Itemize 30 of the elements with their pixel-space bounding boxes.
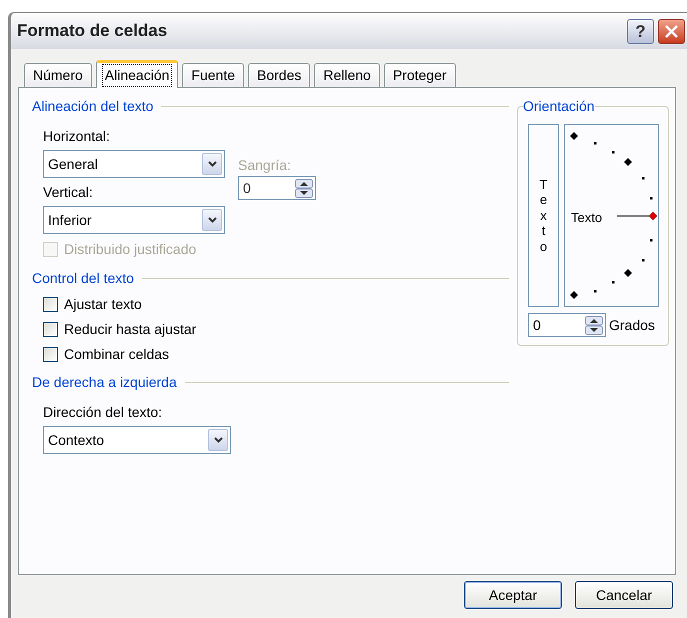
dialog-button[interactable]: Aceptar <box>464 581 562 609</box>
field-label: Sangría: <box>238 156 292 175</box>
tab[interactable]: Bordes <box>248 63 310 87</box>
window-title: Formato de celdas <box>17 20 168 42</box>
field-label: Horizontal: <box>43 127 111 146</box>
checkbox-label: Combinar celdas <box>64 345 170 364</box>
field-label: Grados <box>609 316 655 334</box>
orientation-dial[interactable]: Texto <box>564 124 659 307</box>
vertical-text-button[interactable]: Texto <box>528 124 559 307</box>
checkbox-label: Reducir hasta ajustar <box>64 320 196 339</box>
checkbox-label: Ajustar texto <box>64 295 142 314</box>
degrees-spinner[interactable]: 0 <box>528 313 606 337</box>
vertical-select[interactable]: Inferior <box>43 206 225 234</box>
horizontal-select[interactable]: General <box>43 150 225 178</box>
group-title: Control del texto <box>32 269 134 288</box>
help-button[interactable]: ? <box>627 18 654 44</box>
field-label: Vertical: <box>43 183 94 202</box>
tab[interactable]: Relleno <box>314 63 380 87</box>
field-label: Dirección del texto: <box>43 403 164 422</box>
dialog-button[interactable]: Cancelar <box>575 581 673 609</box>
tab[interactable]: Número <box>24 63 92 87</box>
group-title: De derecha a izquierda <box>32 373 177 392</box>
checkbox-label: Distribuido justificado <box>64 240 196 259</box>
dial-text: Texto <box>571 209 602 227</box>
vertical-text: Texto <box>539 176 548 254</box>
direction-select[interactable]: Contexto <box>43 426 231 454</box>
group-title: Alineación del texto <box>32 97 154 116</box>
tab[interactable]: Alineación <box>96 60 178 88</box>
tab[interactable]: Proteger <box>384 63 456 87</box>
tab[interactable]: Fuente <box>182 63 244 87</box>
